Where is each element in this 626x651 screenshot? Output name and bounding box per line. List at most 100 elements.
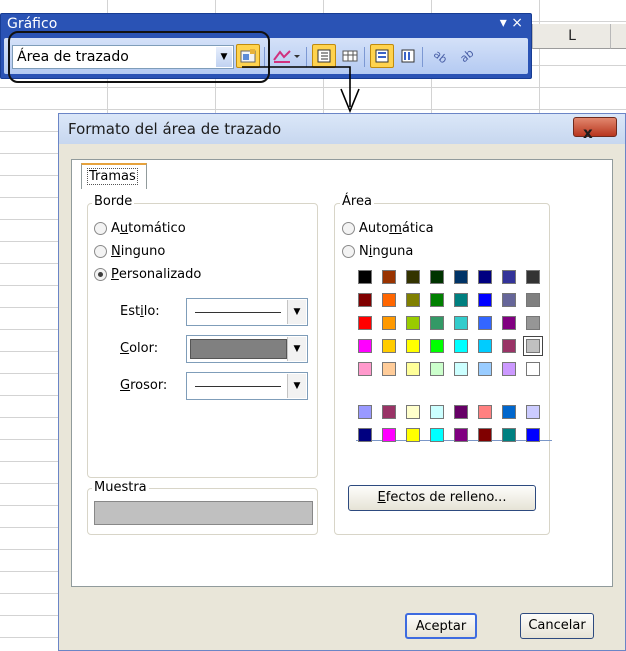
cancel-button[interactable]: Cancelar — [520, 613, 594, 639]
color-swatch[interactable] — [526, 405, 540, 419]
color-swatch[interactable] — [526, 270, 540, 284]
color-swatch[interactable] — [478, 405, 492, 419]
chevron-down-icon[interactable]: ▼ — [287, 374, 306, 398]
color-swatch[interactable] — [430, 316, 444, 330]
color-swatch[interactable] — [526, 316, 540, 330]
color-swatch[interactable] — [502, 428, 516, 442]
border-none-radio[interactable]: Ninguno — [94, 242, 165, 260]
column-header-l[interactable]: L — [532, 24, 611, 49]
color-swatch[interactable] — [406, 293, 420, 307]
tab-panel: Borde Au tomático Ninguno Personalizado E… — [71, 159, 613, 587]
color-swatch[interactable] — [406, 362, 420, 376]
tab-label: Tramas — [87, 168, 138, 185]
color-swatch[interactable] — [502, 293, 516, 307]
color-swatch[interactable] — [478, 316, 492, 330]
column-header-next[interactable] — [610, 24, 626, 49]
color-swatch[interactable] — [526, 362, 540, 376]
color-swatch[interactable] — [358, 428, 372, 442]
color-swatch[interactable] — [430, 293, 444, 307]
color-swatch[interactable] — [382, 405, 396, 419]
callout-arrow — [242, 66, 360, 114]
dialog-titlebar[interactable]: Formato del área de trazado x — [59, 114, 625, 144]
color-swatch[interactable] — [430, 339, 444, 353]
area-none-radio[interactable]: Ni nguna — [342, 242, 413, 260]
color-swatch[interactable] — [502, 405, 516, 419]
fill-effects-button[interactable]: Efectos de relleno... — [348, 485, 536, 511]
radio-indicator-selected — [94, 267, 107, 281]
angle-text-down-icon: ab — [432, 48, 448, 64]
close-icon: x — [583, 124, 593, 142]
ok-button[interactable]: Aceptar — [405, 613, 477, 639]
color-swatch[interactable] — [454, 293, 468, 307]
highlight-callout — [8, 31, 270, 83]
color-swatch[interactable] — [406, 339, 420, 353]
color-swatch[interactable] — [454, 339, 468, 353]
line-style-select[interactable]: ▼ — [186, 298, 308, 326]
color-swatch[interactable] — [478, 362, 492, 376]
border-custom-radio[interactable]: Personalizado — [94, 265, 201, 283]
by-row-button[interactable] — [370, 44, 394, 68]
line-color-swatch — [190, 339, 287, 359]
color-swatch[interactable] — [502, 362, 516, 376]
color-swatch[interactable] — [382, 270, 396, 284]
angle-text-down-button[interactable]: ab — [428, 44, 452, 68]
area-auto-radio[interactable]: Auto m ática — [342, 219, 434, 237]
color-swatch[interactable] — [358, 270, 372, 284]
color-swatch[interactable] — [523, 336, 543, 356]
color-swatch[interactable] — [430, 428, 444, 442]
line-weight-select[interactable]: ▼ — [186, 372, 308, 400]
color-swatch[interactable] — [358, 339, 372, 353]
color-swatch[interactable] — [502, 339, 516, 353]
color-swatch[interactable] — [478, 428, 492, 442]
border-auto-radio[interactable]: Au tomático — [94, 219, 186, 237]
color-swatch[interactable] — [382, 428, 396, 442]
line-color-select[interactable]: ▼ — [186, 335, 308, 363]
color-swatch[interactable] — [526, 293, 540, 307]
angle-text-up-icon: ab — [458, 48, 474, 64]
svg-text:ab: ab — [432, 48, 448, 64]
close-button[interactable]: x — [573, 117, 617, 142]
chevron-down-icon[interactable]: ▼ — [287, 300, 306, 324]
by-column-button[interactable] — [396, 44, 420, 68]
color-swatch[interactable] — [454, 270, 468, 284]
color-swatch[interactable] — [406, 316, 420, 330]
chevron-down-icon[interactable]: ▼ — [287, 337, 306, 361]
line-weight-preview — [195, 386, 281, 387]
color-swatch[interactable] — [502, 270, 516, 284]
dialog-title: Formato del área de trazado — [68, 120, 282, 138]
color-swatch[interactable] — [382, 339, 396, 353]
color-swatch[interactable] — [430, 405, 444, 419]
color-swatch[interactable] — [430, 270, 444, 284]
sample-preview — [94, 501, 313, 525]
color-swatch[interactable] — [358, 293, 372, 307]
color-swatch[interactable] — [478, 270, 492, 284]
toolbar-window-controls[interactable]: ▾ × — [500, 15, 523, 31]
color-swatch[interactable] — [382, 316, 396, 330]
color-swatch[interactable] — [526, 428, 540, 442]
color-swatch[interactable] — [406, 428, 420, 442]
style-label: Estilo: — [120, 304, 160, 319]
color-swatch[interactable] — [382, 362, 396, 376]
radio-indicator — [94, 244, 107, 258]
color-swatch[interactable] — [406, 270, 420, 284]
by-row-icon — [375, 49, 389, 63]
color-swatch[interactable] — [358, 405, 372, 419]
color-swatch[interactable] — [454, 428, 468, 442]
format-plot-area-dialog: Formato del área de trazado x Tramas Bor… — [58, 113, 626, 651]
color-swatch[interactable] — [478, 339, 492, 353]
color-swatch[interactable] — [358, 362, 372, 376]
color-swatch[interactable] — [454, 362, 468, 376]
tab-tramas[interactable]: Tramas — [81, 163, 147, 189]
color-swatch[interactable] — [454, 316, 468, 330]
angle-text-up-button[interactable]: ab — [454, 44, 478, 68]
area-heading: Área — [340, 194, 374, 209]
color-swatch[interactable] — [478, 293, 492, 307]
color-swatch[interactable] — [430, 362, 444, 376]
radio-indicator — [94, 221, 107, 235]
color-swatch[interactable] — [502, 316, 516, 330]
color-swatch[interactable] — [406, 405, 420, 419]
color-swatch[interactable] — [358, 316, 372, 330]
color-swatch[interactable] — [382, 293, 396, 307]
by-column-icon — [401, 49, 415, 63]
color-swatch[interactable] — [454, 405, 468, 419]
